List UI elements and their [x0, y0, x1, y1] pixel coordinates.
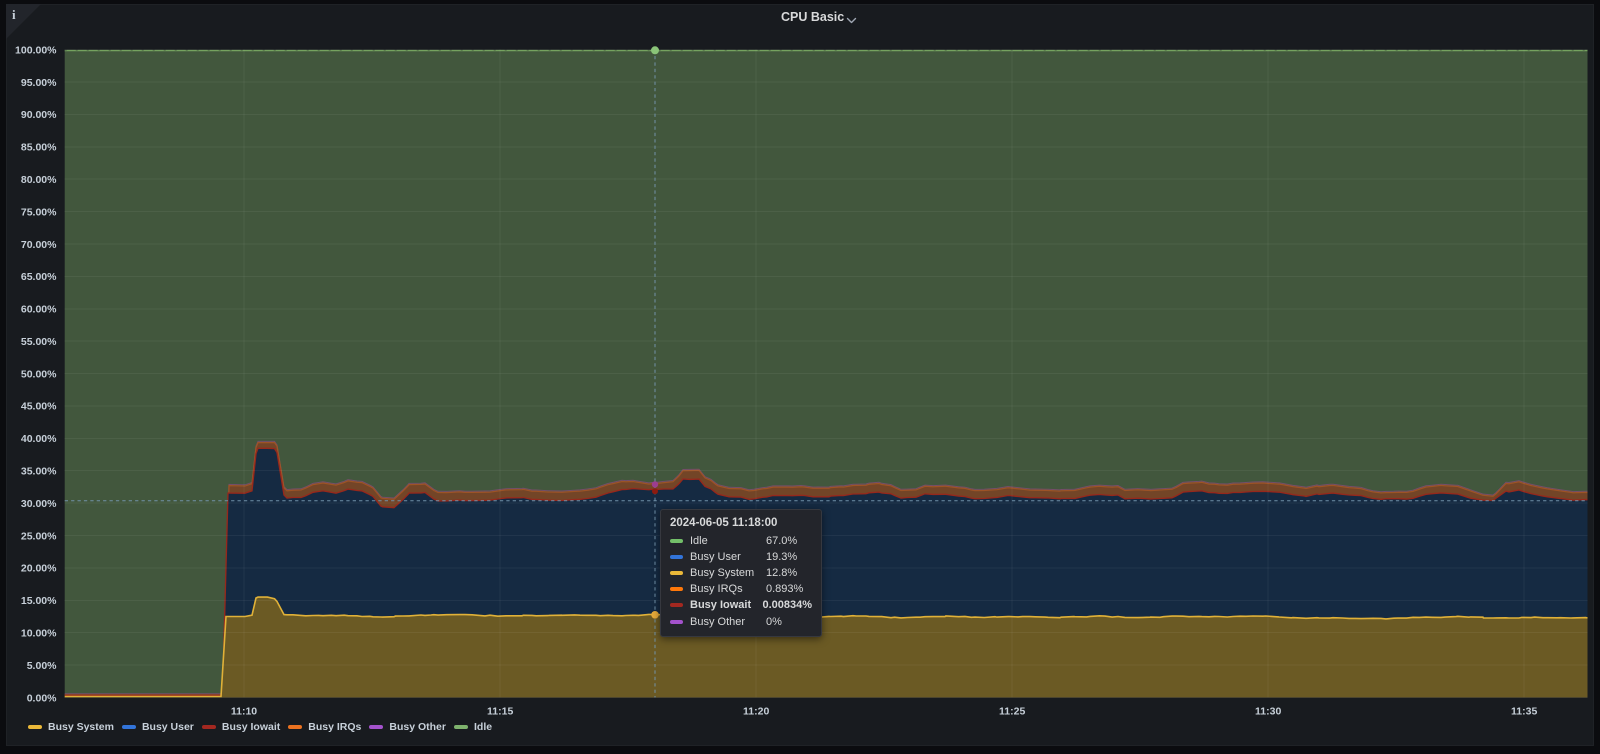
- svg-text:40.00%: 40.00%: [21, 433, 57, 445]
- svg-text:70.00%: 70.00%: [21, 239, 57, 251]
- svg-text:95.00%: 95.00%: [21, 77, 57, 89]
- svg-text:10.00%: 10.00%: [21, 628, 57, 640]
- svg-text:60.00%: 60.00%: [21, 304, 57, 316]
- svg-text:55.00%: 55.00%: [21, 336, 57, 348]
- svg-text:11:30: 11:30: [1255, 706, 1281, 718]
- svg-text:15.00%: 15.00%: [21, 595, 57, 607]
- svg-text:100.00%: 100.00%: [15, 44, 57, 56]
- svg-text:35.00%: 35.00%: [21, 466, 57, 478]
- svg-text:65.00%: 65.00%: [21, 271, 57, 283]
- svg-text:90.00%: 90.00%: [21, 109, 57, 121]
- svg-text:11:25: 11:25: [999, 706, 1025, 718]
- svg-text:0.00%: 0.00%: [27, 692, 57, 704]
- svg-text:11:20: 11:20: [743, 706, 769, 718]
- svg-text:30.00%: 30.00%: [21, 498, 57, 510]
- svg-text:50.00%: 50.00%: [21, 368, 57, 380]
- svg-text:20.00%: 20.00%: [21, 563, 57, 575]
- svg-text:11:35: 11:35: [1511, 706, 1537, 718]
- svg-text:11:15: 11:15: [487, 706, 513, 718]
- svg-text:45.00%: 45.00%: [21, 401, 57, 413]
- svg-text:75.00%: 75.00%: [21, 206, 57, 218]
- svg-text:5.00%: 5.00%: [27, 660, 57, 672]
- svg-text:11:10: 11:10: [231, 706, 257, 718]
- svg-text:25.00%: 25.00%: [21, 530, 57, 542]
- svg-text:85.00%: 85.00%: [21, 142, 57, 154]
- svg-text:80.00%: 80.00%: [21, 174, 57, 186]
